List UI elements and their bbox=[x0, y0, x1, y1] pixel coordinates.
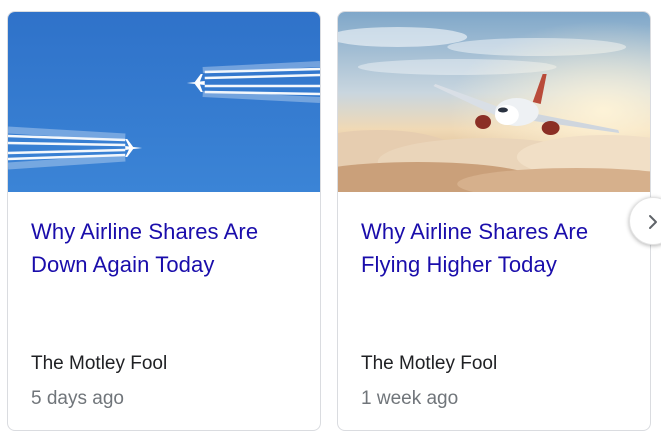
article-title-link[interactable]: Why Airline Shares Are Down Again Today bbox=[31, 215, 301, 281]
article-age: 5 days ago bbox=[31, 388, 124, 409]
article-age: 1 week ago bbox=[361, 388, 459, 409]
airplane-above-clouds-image[interactable] bbox=[338, 12, 650, 192]
source-name: The Motley Fool bbox=[31, 353, 168, 374]
news-card[interactable]: Why Airline Shares Are Down Again Today … bbox=[7, 11, 321, 431]
contrails-sky-image[interactable] bbox=[8, 12, 320, 192]
article-title-link[interactable]: Why Airline Shares Are Flying Higher Tod… bbox=[361, 215, 631, 281]
news-card[interactable]: Why Airline Shares Are Flying Higher Tod… bbox=[337, 11, 651, 431]
chevron-right-icon bbox=[649, 215, 657, 229]
source-name: The Motley Fool bbox=[361, 353, 498, 374]
news-carousel: Why Airline Shares Are Down Again Today … bbox=[0, 0, 661, 439]
